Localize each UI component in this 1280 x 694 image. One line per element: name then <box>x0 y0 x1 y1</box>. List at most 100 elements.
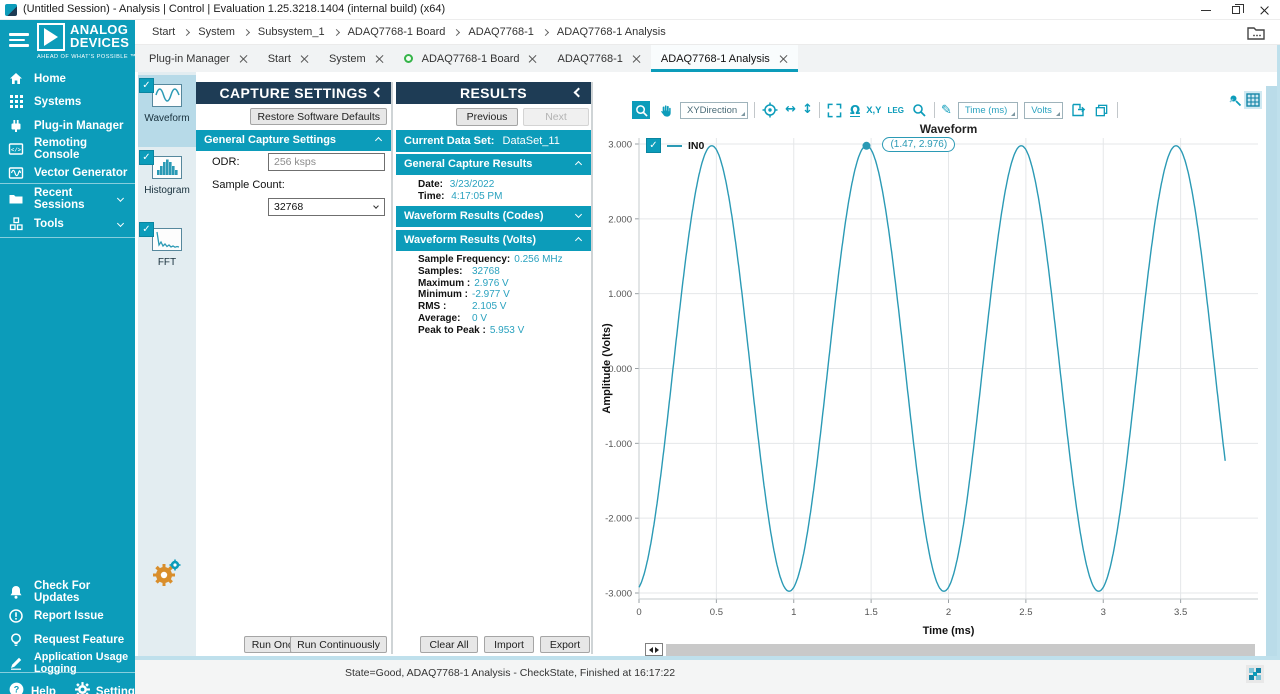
restore-icon <box>1232 6 1240 14</box>
scroll-stepper[interactable] <box>645 643 663 656</box>
sidebar-item-report-issue[interactable]: Report Issue <box>0 604 135 627</box>
current-data-set-bar: Current Data Set: DataSet_11 <box>396 130 591 152</box>
sidebar: ANALOGDEVICES AHEAD OF WHAT'S POSSIBLE ™… <box>0 20 135 694</box>
chevron-down-icon <box>373 203 379 209</box>
date-row: Date: 3/23/2022 <box>396 179 591 191</box>
export-button[interactable]: Export <box>540 636 590 653</box>
sidebar-item-systems[interactable]: Systems <box>0 90 135 113</box>
tools-cubes-icon <box>8 216 24 232</box>
sidebar-item-home[interactable]: Home <box>0 67 135 90</box>
current-data-set-value: DataSet_11 <box>503 135 560 147</box>
breadcrumb-item[interactable]: Start <box>145 26 182 38</box>
sidebar-item-plugin-manager[interactable]: Plug-in Manager <box>0 114 135 137</box>
breadcrumb-item[interactable]: System <box>191 26 242 38</box>
sample-count-dropdown[interactable]: 32768 <box>268 198 385 216</box>
previous-button[interactable]: Previous <box>456 108 518 126</box>
scroll-right-icon <box>655 647 659 653</box>
waveform-checkbox[interactable]: ✓ <box>139 78 154 93</box>
tick-label-y: 3.000 <box>608 139 632 150</box>
close-tab-icon[interactable] <box>528 54 537 63</box>
waveform-results-codes-section[interactable]: Waveform Results (Codes) <box>396 206 591 227</box>
run-continuously-button[interactable]: Run Continuously <box>290 636 387 653</box>
stat-row: Sample Frequency:0.256 MHz <box>396 254 591 266</box>
view-item-histogram[interactable]: ✓ Histogram <box>138 147 196 219</box>
tick-label-x: 0 <box>636 607 641 618</box>
close-icon <box>1259 5 1269 15</box>
breadcrumb: Start System Subsystem_1 ADAQ7768-1 Boar… <box>135 20 1280 45</box>
help-icon[interactable]: ? <box>8 681 25 694</box>
sidebar-item-remoting-console[interactable]: </> Remoting Console <box>0 137 135 160</box>
tick-label-x: 1 <box>791 607 796 618</box>
analysis-settings-gear-icon[interactable] <box>148 556 184 590</box>
restore-defaults-button[interactable]: Restore Software Defaults <box>250 108 387 125</box>
clear-all-button[interactable]: Clear All <box>420 636 478 653</box>
hamburger-menu-icon[interactable] <box>9 33 29 48</box>
odr-input[interactable] <box>268 153 385 171</box>
help-label[interactable]: Help <box>31 686 56 694</box>
tab-plugin-manager[interactable]: Plug-in Manager <box>139 45 258 72</box>
layout-snapshot-icon[interactable] <box>1246 665 1264 683</box>
tick-label-x: 2 <box>946 607 951 618</box>
sidebar-item-request-feature[interactable]: Request Feature <box>0 628 135 651</box>
tab-adaq7768-1-board[interactable]: ADAQ7768-1 Board <box>394 45 548 72</box>
sidebar-item-tools[interactable]: Tools <box>0 212 135 235</box>
status-dot <box>404 54 413 63</box>
view-item-fft[interactable]: ✓ FFT <box>138 219 196 291</box>
sidebar-item-check-for-updates[interactable]: Check For Updates <box>0 580 135 603</box>
close-tab-icon[interactable] <box>632 54 641 63</box>
tab-adaq7768-1-analysis[interactable]: ADAQ7768-1 Analysis <box>651 45 798 72</box>
collapse-panel-icon[interactable] <box>374 88 384 98</box>
status-bar: State=Good, ADAQ7768-1 Analysis - CheckS… <box>135 660 1280 694</box>
close-tab-icon[interactable] <box>375 54 384 63</box>
chevron-right-icon <box>243 28 250 35</box>
stat-row: Average:0 V <box>396 313 591 325</box>
chevron-up-icon <box>575 237 582 244</box>
stat-row: Samples:32768 <box>396 266 591 278</box>
series-line-swatch <box>667 145 682 147</box>
tab-system[interactable]: System <box>319 45 394 72</box>
series-checkbox[interactable]: ✓ <box>646 138 661 153</box>
breadcrumb-item[interactable]: Subsystem_1 <box>251 26 332 38</box>
restore-button[interactable] <box>1222 0 1250 20</box>
breadcrumb-item[interactable]: ADAQ7768-1 Analysis <box>550 26 673 38</box>
tab-start[interactable]: Start <box>258 45 319 72</box>
svg-text:?: ? <box>14 685 20 694</box>
scrollbar-track[interactable] <box>666 644 1255 656</box>
console-icon: </> <box>8 141 24 157</box>
sidebar-item-vector-generator[interactable]: Vector Generator <box>0 161 135 184</box>
stat-row: Peak to Peak :5.953 V <box>396 325 591 337</box>
view-item-waveform[interactable]: ✓ Waveform <box>138 75 196 147</box>
close-tab-icon[interactable] <box>300 54 309 63</box>
tab-adaq7768-1[interactable]: ADAQ7768-1 <box>547 45 650 72</box>
results-panel: RESULTS Previous Next Current Data Set: … <box>396 82 593 654</box>
chart-horizontal-scrollbar[interactable] <box>645 643 1255 656</box>
gear-icon[interactable] <box>74 681 91 694</box>
folder-icon <box>8 191 24 207</box>
sidebar-item-application-usage-logging[interactable]: Application Usage Logging <box>0 651 135 674</box>
minimize-button[interactable] <box>1192 0 1220 20</box>
open-session-folder-icon[interactable] <box>1246 24 1266 46</box>
next-button[interactable]: Next <box>523 108 589 126</box>
close-button[interactable] <box>1250 0 1278 20</box>
general-capture-settings-section[interactable]: General Capture Settings <box>196 130 391 151</box>
tick-label-y: -1.000 <box>605 439 632 450</box>
tick-label-x: 3 <box>1101 607 1106 618</box>
sidebar-item-recent-sessions[interactable]: Recent Sessions <box>0 187 135 210</box>
chart-vertical-scrollbar[interactable] <box>1266 86 1277 658</box>
general-capture-results-section[interactable]: General Capture Results <box>396 154 591 175</box>
waveform-plot: 3.0002.0001.0000.000-1.000-2.000-3.00000… <box>600 86 1264 658</box>
exclamation-circle-icon <box>8 608 24 624</box>
plug-icon <box>8 118 24 134</box>
y-axis-label: Amplitude (Volts) <box>601 323 613 414</box>
breadcrumb-item[interactable]: ADAQ7768-1 Board <box>341 26 453 38</box>
volts-results-list: Sample Frequency:0.256 MHz Samples:32768… <box>396 254 591 337</box>
import-button[interactable]: Import <box>484 636 534 653</box>
chevron-right-icon <box>333 28 340 35</box>
close-tab-icon[interactable] <box>239 54 248 63</box>
histogram-checkbox[interactable]: ✓ <box>139 150 154 165</box>
breadcrumb-item[interactable]: ADAQ7768-1 <box>461 26 540 38</box>
waveform-results-volts-section[interactable]: Waveform Results (Volts) <box>396 230 591 251</box>
close-tab-icon[interactable] <box>779 54 788 63</box>
collapse-panel-icon[interactable] <box>574 88 584 98</box>
fft-checkbox[interactable]: ✓ <box>139 222 154 237</box>
